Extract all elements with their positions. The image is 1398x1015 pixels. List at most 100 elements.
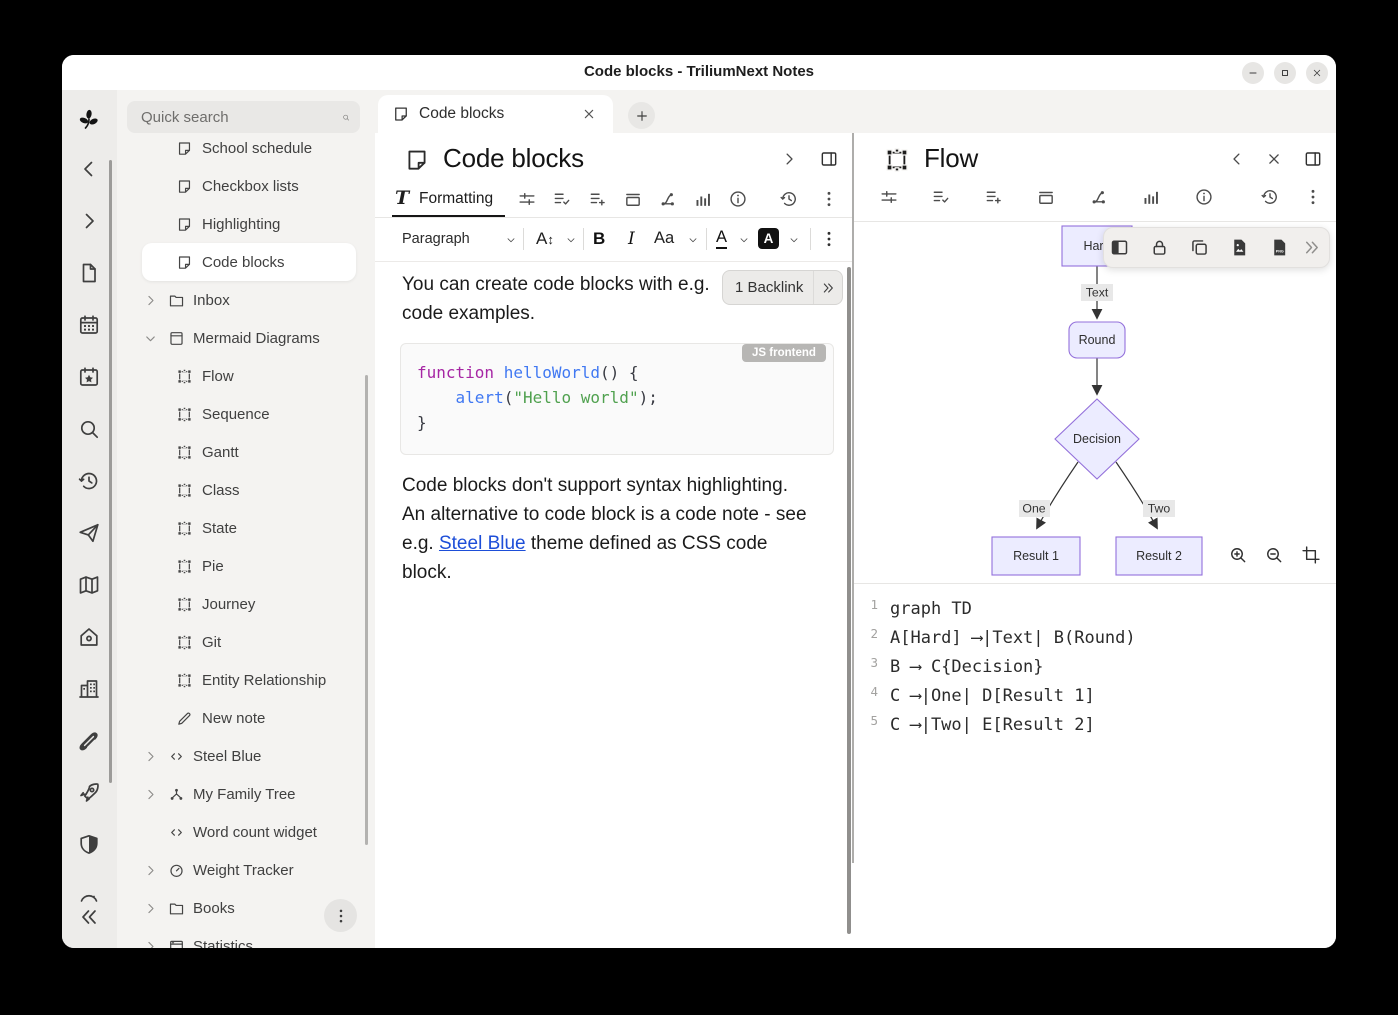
- chevron-right-icon[interactable]: [143, 901, 158, 916]
- mermaid-source-editor[interactable]: 1graph TD2A[Hard] ⟶|Text| B(Round)3B ⟶ C…: [856, 585, 1334, 948]
- chevron-down-icon[interactable]: [143, 331, 158, 346]
- ribbon-owned-attributes-icon[interactable]: [588, 189, 608, 209]
- tree-item-my-family-tree[interactable]: My Family Tree: [142, 775, 356, 813]
- ribbon-note-map-icon[interactable]: [693, 189, 713, 209]
- ribbon-similar-notes-icon[interactable]: [658, 189, 678, 209]
- ribbon-note-properties-icon[interactable]: [623, 189, 643, 209]
- tree-item-new-note[interactable]: New note: [142, 699, 356, 737]
- launcher-scrollbar[interactable]: [109, 160, 112, 783]
- chevron-right-icon[interactable]: [143, 863, 158, 878]
- tree-item-mermaid-diagrams[interactable]: Mermaid Diagrams: [142, 319, 356, 357]
- new-tab-button[interactable]: [628, 102, 655, 129]
- split-pane-icon[interactable]: [819, 149, 839, 169]
- tree-item-checkbox-lists[interactable]: Checkbox lists: [142, 167, 356, 205]
- ribbon-more-icon[interactable]: [1303, 187, 1323, 207]
- bg-color-button[interactable]: A: [758, 228, 779, 249]
- tree-item-word-count-widget[interactable]: Word count widget: [142, 813, 356, 851]
- launcher-history-icon[interactable]: [77, 469, 101, 493]
- search-input[interactable]: [139, 108, 342, 127]
- launcher-rocket-icon[interactable]: [77, 781, 101, 805]
- crop-icon[interactable]: [1301, 545, 1321, 565]
- tree-item-git[interactable]: Git: [142, 623, 356, 661]
- launcher-search-icon[interactable]: [77, 417, 101, 441]
- zoom-out-icon[interactable]: [1264, 545, 1284, 565]
- tree-item-inbox[interactable]: Inbox: [142, 281, 356, 319]
- paragraph-text[interactable]: code examples.: [402, 303, 535, 325]
- italic-button[interactable]: I: [628, 229, 635, 249]
- note-title[interactable]: Code blocks: [443, 143, 584, 174]
- ribbon-revisions-icon[interactable]: [779, 189, 799, 209]
- tree-item-class[interactable]: Class: [142, 471, 356, 509]
- launcher-file-icon[interactable]: [77, 261, 101, 285]
- chevron-right-icon[interactable]: [143, 749, 158, 764]
- backlink-button[interactable]: 1 Backlink: [722, 270, 843, 305]
- launcher-send-icon[interactable]: [77, 521, 101, 545]
- ribbon-owned-attributes-icon[interactable]: [984, 187, 1004, 207]
- tree-item-sequence[interactable]: Sequence: [142, 395, 356, 433]
- tree-item-pie[interactable]: Pie: [142, 547, 356, 585]
- paragraph-text[interactable]: Code blocks don't support syntax highlig…: [402, 475, 788, 497]
- editor-line[interactable]: 1graph TD: [856, 594, 1334, 623]
- paragraph-style-select[interactable]: Paragraph: [402, 231, 470, 247]
- tab-close-icon[interactable]: [581, 106, 597, 122]
- launcher-chevron-left-icon[interactable]: [77, 157, 101, 181]
- launcher-home-icon[interactable]: [77, 625, 101, 649]
- text-case-button[interactable]: Aa: [654, 229, 674, 248]
- tree-item-statistics[interactable]: Statistics: [142, 927, 356, 948]
- launcher-chevrons-left-icon[interactable]: [77, 905, 101, 929]
- chevron-right-icon[interactable]: [143, 293, 158, 308]
- tree-item-steel-blue[interactable]: Steel Blue: [142, 737, 356, 775]
- ribbon-basic-properties-icon[interactable]: [552, 189, 572, 209]
- right-note-title[interactable]: Flow: [924, 143, 978, 174]
- launcher-calendar-icon[interactable]: [77, 313, 101, 337]
- ribbon-revisions-icon[interactable]: [1260, 187, 1280, 207]
- launcher-logo-icon[interactable]: [77, 108, 101, 132]
- ribbon-note-info-icon[interactable]: [728, 189, 748, 209]
- steel-blue-link[interactable]: Steel Blue: [439, 533, 526, 554]
- chevrons-right-icon[interactable]: [1301, 237, 1322, 258]
- tree-item-gantt[interactable]: Gantt: [142, 433, 356, 471]
- close-pane-icon[interactable]: [1265, 150, 1283, 168]
- minimize-button[interactable]: [1242, 62, 1264, 84]
- launcher-shield-icon[interactable]: [77, 833, 101, 857]
- export-image-icon[interactable]: [1229, 237, 1250, 258]
- tree-scrollbar[interactable]: [365, 375, 368, 845]
- ribbon-settings-icon[interactable]: [517, 189, 537, 209]
- launcher-map-icon[interactable]: [77, 573, 101, 597]
- code-line[interactable]: }: [417, 413, 427, 432]
- export-png-icon[interactable]: PNG: [1269, 237, 1290, 258]
- center-scrollbar[interactable]: [847, 267, 851, 934]
- chevrons-right-icon[interactable]: [813, 271, 842, 304]
- launcher-bread-icon[interactable]: [77, 729, 101, 753]
- paragraph-text[interactable]: block.: [402, 562, 452, 584]
- launcher-calendar-star-icon[interactable]: [77, 365, 101, 389]
- maximize-button[interactable]: [1274, 62, 1296, 84]
- ribbon-more-icon[interactable]: [819, 189, 839, 209]
- tree-item-books[interactable]: Books: [142, 889, 356, 927]
- editor-line[interactable]: 5C ⟶|Two| E[Result 2]: [856, 710, 1334, 739]
- editor-line[interactable]: 4C ⟶|One| D[Result 1]: [856, 681, 1334, 710]
- tab-formatting[interactable]: Formatting: [419, 190, 493, 208]
- ribbon-basic-properties-icon[interactable]: [931, 187, 951, 207]
- font-color-button[interactable]: A: [716, 228, 727, 249]
- editor-line[interactable]: 2A[Hard] ⟶|Text| B(Round): [856, 623, 1334, 652]
- close-button[interactable]: [1306, 62, 1328, 84]
- editor-line[interactable]: 3B ⟶ C{Decision}: [856, 652, 1334, 681]
- chevron-left-icon[interactable]: [1228, 150, 1246, 168]
- panel-left-icon[interactable]: [1109, 237, 1130, 258]
- ribbon-settings-icon[interactable]: [879, 187, 899, 207]
- ribbon-note-properties-icon[interactable]: [1036, 187, 1056, 207]
- tree-more-button[interactable]: [324, 899, 357, 932]
- zoom-in-icon[interactable]: [1228, 545, 1248, 565]
- launcher-building-icon[interactable]: [77, 677, 101, 701]
- paragraph-text[interactable]: You can create code blocks with e.g.: [402, 274, 710, 296]
- ribbon-note-map-icon[interactable]: [1141, 187, 1161, 207]
- tree-item-state[interactable]: State: [142, 509, 356, 547]
- tree-item-school-schedule[interactable]: School schedule: [142, 129, 356, 167]
- bold-button[interactable]: B: [593, 229, 605, 249]
- ribbon-similar-notes-icon[interactable]: [1089, 187, 1109, 207]
- launcher-chevron-right-icon[interactable]: [77, 209, 101, 233]
- toolbar-more-icon[interactable]: [819, 229, 839, 249]
- expand-ribbon-icon[interactable]: [780, 150, 798, 168]
- font-size-button[interactable]: A↕: [536, 229, 554, 249]
